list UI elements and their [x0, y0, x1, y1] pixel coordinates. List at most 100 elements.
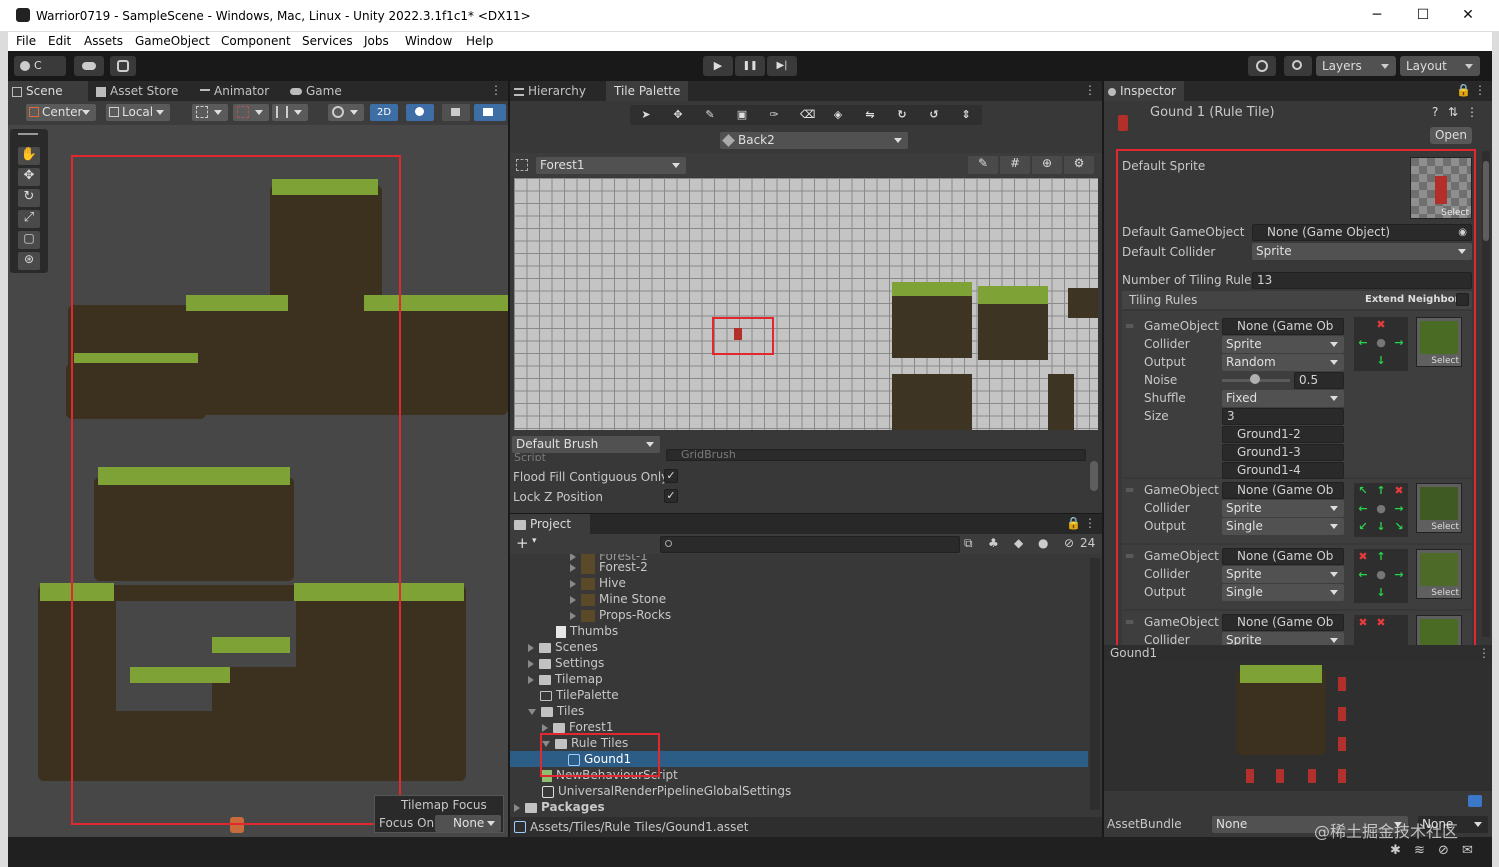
edit-palette-icon[interactable]: ✎: [968, 156, 998, 174]
brush-scrollbar[interactable]: [1090, 461, 1098, 491]
layout-dropdown[interactable]: Layout: [1400, 56, 1480, 76]
tree-item[interactable]: Packages: [514, 799, 605, 815]
palette-settings-icon[interactable]: ⚙: [1064, 156, 1094, 174]
asset-label-icon[interactable]: [1468, 795, 1482, 807]
tab-game[interactable]: Game: [286, 81, 356, 101]
move-tool-icon[interactable]: ✥: [672, 109, 684, 121]
palette-tile[interactable]: [892, 288, 972, 358]
lock-icon[interactable]: 🔒: [1066, 516, 1081, 530]
open-button[interactable]: Open: [1430, 127, 1472, 144]
inspector-scrollbar[interactable]: [1482, 151, 1490, 637]
account-button[interactable]: C: [14, 56, 66, 76]
menu-window[interactable]: Window: [405, 34, 452, 48]
tile-palette-grid[interactable]: [514, 178, 1098, 430]
object-more-icon[interactable]: ⋮: [1466, 105, 1478, 119]
inspector-scrollbar-thumb[interactable]: [1483, 161, 1489, 241]
audio-toggle[interactable]: [442, 104, 470, 121]
increment-snap-dropdown[interactable]: [233, 104, 269, 121]
tree-item[interactable]: Forest-2: [570, 559, 648, 575]
rotate-ccw-icon[interactable]: ↺: [928, 109, 940, 121]
gizmos-icon[interactable]: ⊕: [1032, 156, 1062, 174]
layers-dropdown[interactable]: Layers: [1316, 56, 1396, 76]
tree-item[interactable]: Thumbs: [556, 623, 618, 639]
close-icon[interactable]: ✕: [1453, 5, 1483, 25]
hidden-count-icon[interactable]: ⊘: [1064, 536, 1074, 550]
minimize-icon[interactable]: ─: [1362, 5, 1392, 25]
project-scrollbar[interactable]: [1090, 558, 1100, 810]
bug-icon[interactable]: ✱: [1390, 843, 1401, 858]
info-icon[interactable]: ●: [1038, 536, 1048, 550]
menu-gameobject[interactable]: GameObject: [135, 34, 210, 48]
flip-icon[interactable]: ⇋: [864, 109, 876, 121]
z-position-icon[interactable]: ⇕: [960, 109, 972, 121]
add-dropdown-icon[interactable]: ▾: [532, 536, 537, 546]
menu-help[interactable]: Help: [466, 34, 493, 48]
filter-type-icon[interactable]: ♣: [988, 536, 999, 550]
tree-item[interactable]: Mine Stone: [570, 591, 666, 607]
lock-icon[interactable]: 🔒: [1456, 83, 1471, 97]
menu-services[interactable]: Services: [302, 34, 353, 48]
draw-mode-dropdown[interactable]: [328, 104, 364, 121]
tree-item[interactable]: Settings: [528, 655, 604, 671]
scene-more-icon[interactable]: ⋮: [490, 83, 502, 97]
menu-assets[interactable]: Assets: [84, 34, 123, 48]
grid-visibility-dropdown[interactable]: [272, 104, 308, 121]
menu-edit[interactable]: Edit: [48, 34, 71, 48]
palette-tile[interactable]: [1048, 374, 1074, 430]
eraser-icon[interactable]: ⌫: [800, 109, 816, 121]
collab-button[interactable]: [110, 56, 136, 76]
select-tool-icon[interactable]: ➤: [640, 109, 652, 121]
picker-icon[interactable]: ✑: [768, 109, 780, 121]
tree-item[interactable]: Scenes: [528, 639, 598, 655]
pause-button[interactable]: ❚❚: [735, 56, 765, 76]
tree-item[interactable]: Hive: [570, 575, 626, 591]
project-search-input[interactable]: [660, 536, 960, 553]
tab-project[interactable]: Project: [510, 514, 590, 534]
debug-icon[interactable]: ⊘: [1438, 843, 1449, 858]
add-asset-button[interactable]: +: [516, 534, 529, 552]
cloud-button[interactable]: [74, 56, 104, 76]
notifications-icon[interactable]: ✉: [1462, 843, 1473, 858]
tab-hierarchy[interactable]: Hierarchy: [510, 81, 602, 101]
step-button[interactable]: ▶|: [767, 56, 797, 76]
tree-item[interactable]: TilePalette: [540, 687, 619, 703]
maximize-icon[interactable]: ☐: [1408, 5, 1438, 25]
palette-tile[interactable]: [892, 374, 972, 430]
pivot-dropdown[interactable]: Center: [26, 104, 96, 121]
play-button[interactable]: ▶: [703, 56, 733, 76]
inspector-more-icon[interactable]: ⋮: [1474, 83, 1486, 97]
tree-item[interactable]: Props-Rocks: [570, 607, 671, 623]
tab-animator[interactable]: Animator: [196, 81, 286, 101]
palette-grid-icon[interactable]: #: [1000, 156, 1030, 174]
tab-tile-palette[interactable]: Tile Palette: [606, 81, 688, 101]
history-button[interactable]: [1248, 56, 1276, 76]
tab-asset-store[interactable]: Asset Store: [92, 81, 192, 101]
search-type-icon[interactable]: ⧉: [964, 536, 973, 551]
rotate-cw-icon[interactable]: ↻: [896, 109, 908, 121]
preset-icon[interactable]: ⇅: [1448, 105, 1458, 119]
tree-item[interactable]: Tilemap: [528, 671, 603, 687]
palette-more-icon[interactable]: ⋮: [1084, 83, 1096, 97]
active-tilemap-dropdown[interactable]: Back2: [720, 132, 908, 149]
menu-jobs[interactable]: Jobs: [364, 34, 389, 48]
lock-z-checkbox[interactable]: ✓: [664, 489, 678, 503]
focus-on-dropdown[interactable]: None: [435, 815, 501, 832]
tab-inspector[interactable]: Inspector: [1104, 81, 1184, 101]
space-dropdown[interactable]: Local: [106, 104, 170, 121]
2d-toggle[interactable]: 2D: [370, 104, 398, 121]
palette-tile[interactable]: [978, 286, 1048, 304]
palette-dropdown[interactable]: Forest1: [536, 157, 686, 174]
flood-fill-icon[interactable]: ◈: [832, 109, 844, 121]
tree-item[interactable]: UniversalRenderPipelineGlobalSettings: [542, 783, 791, 799]
preview-more-icon[interactable]: ⋮: [1478, 646, 1490, 660]
effects-toggle[interactable]: [474, 104, 506, 121]
tab-scene[interactable]: Scene: [8, 81, 88, 101]
grid-snap-dropdown[interactable]: [192, 104, 228, 121]
progress-icon[interactable]: ≋: [1414, 843, 1425, 858]
project-more-icon[interactable]: ⋮: [1084, 516, 1096, 530]
box-fill-icon[interactable]: ▣: [736, 109, 748, 121]
menu-file[interactable]: File: [16, 34, 36, 48]
flood-fill-checkbox[interactable]: ✓: [664, 469, 678, 483]
lighting-toggle[interactable]: [406, 104, 434, 121]
search-button[interactable]: [1284, 56, 1312, 76]
